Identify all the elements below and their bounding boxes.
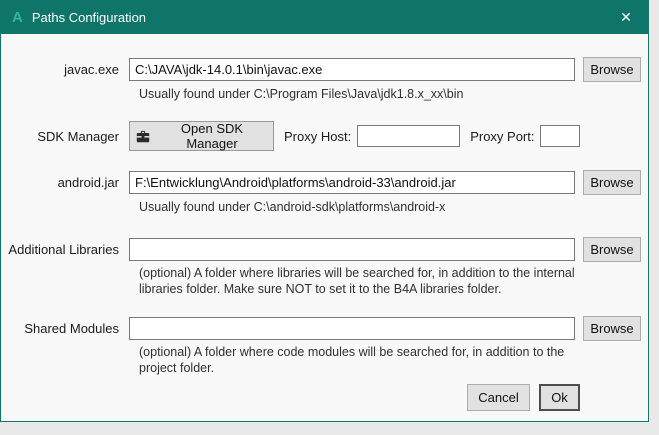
- android-jar-group: android.jar Browse Usually found under C…: [1, 170, 648, 216]
- javac-label: javac.exe: [64, 62, 119, 77]
- proxy-port-input[interactable]: [540, 125, 581, 147]
- dialog-body: javac.exe Browse Usually found under C:\…: [1, 34, 648, 377]
- shared-modules-browse-button[interactable]: Browse: [583, 316, 641, 341]
- javac-group: javac.exe Browse Usually found under C:\…: [1, 57, 648, 103]
- sdk-manager-group: SDK Manager Open SDK Manager Proxy Host:…: [1, 121, 648, 151]
- additional-libraries-label: Additional Libraries: [8, 242, 119, 257]
- open-sdk-manager-button[interactable]: Open SDK Manager: [129, 121, 274, 151]
- android-jar-browse-button[interactable]: Browse: [583, 170, 641, 195]
- shared-modules-label: Shared Modules: [24, 321, 119, 336]
- proxy-host-input[interactable]: [357, 125, 461, 147]
- close-icon[interactable]: ✕: [604, 1, 648, 34]
- additional-libraries-browse-button[interactable]: Browse: [583, 237, 641, 262]
- javac-path-input[interactable]: [129, 58, 575, 81]
- shared-modules-hint: (optional) A folder where code modules w…: [139, 345, 565, 375]
- shared-modules-group: Shared Modules Browse (optional) A folde…: [1, 316, 648, 377]
- android-jar-label: android.jar: [57, 175, 119, 190]
- toolbox-icon: [136, 130, 150, 143]
- cancel-button[interactable]: Cancel: [467, 384, 530, 411]
- b4a-logo: A: [12, 9, 23, 26]
- sdk-manager-label: SDK Manager: [37, 128, 119, 144]
- titlebar: A Paths Configuration ✕: [1, 1, 648, 34]
- paths-configuration-dialog: A Paths Configuration ✕ javac.exe Browse…: [0, 0, 649, 422]
- footer-buttons: Cancel Ok: [467, 384, 580, 411]
- proxy-port-label: Proxy Port:: [470, 128, 535, 144]
- ok-button[interactable]: Ok: [539, 384, 580, 411]
- javac-browse-button[interactable]: Browse: [583, 57, 641, 82]
- open-sdk-manager-label: Open SDK Manager: [180, 121, 244, 151]
- android-jar-hint: Usually found under C:\android-sdk\platf…: [139, 200, 446, 214]
- window-title: Paths Configuration: [31, 10, 147, 25]
- proxy-host-label: Proxy Host:: [284, 128, 352, 144]
- additional-libraries-group: Additional Libraries Browse (optional) A…: [1, 237, 648, 298]
- shared-modules-input[interactable]: [129, 317, 575, 340]
- android-jar-path-input[interactable]: [129, 171, 575, 194]
- javac-hint: Usually found under C:\Program Files\Jav…: [139, 87, 464, 101]
- additional-libraries-hint: (optional) A folder where libraries will…: [139, 266, 575, 296]
- additional-libraries-input[interactable]: [129, 238, 575, 261]
